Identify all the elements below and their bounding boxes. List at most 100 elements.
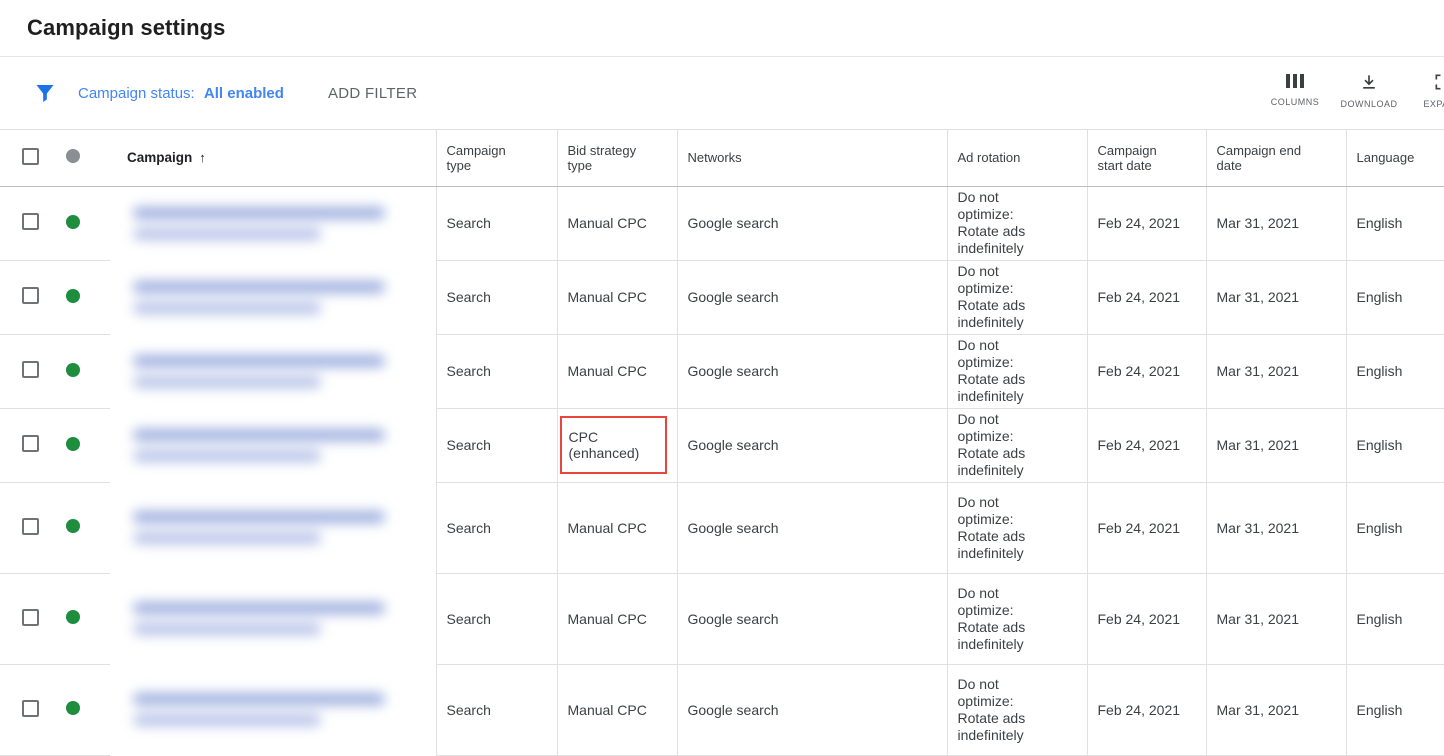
- ad-rotation-cell: Do not optimize: Rotate ads indefinitely: [947, 573, 1087, 664]
- campaign-name-redacted[interactable]: [127, 429, 426, 462]
- table-row: Search Manual CPC Google search Do not o…: [0, 186, 1444, 260]
- start-date-cell: Feb 24, 2021: [1087, 408, 1206, 482]
- campaign-type-cell: Search: [436, 186, 557, 260]
- select-all-checkbox[interactable]: [22, 148, 39, 165]
- end-date-cell: Mar 31, 2021: [1206, 186, 1346, 260]
- row-checkbox[interactable]: [22, 213, 39, 230]
- table-row: Search Manual CPC Google search Do not o…: [0, 482, 1444, 573]
- table-toolbar: COLUMNS DOWNLOAD EXPAND: [1258, 72, 1444, 109]
- table-row: Search CPC (enhanced) Google search Do n…: [0, 408, 1444, 482]
- campaign-settings-page: Campaign settings Campaign status: All e…: [0, 0, 1444, 756]
- campaign-name-redacted[interactable]: [127, 693, 426, 726]
- expand-button-label: EXPAND: [1423, 99, 1444, 109]
- download-icon: [1359, 72, 1379, 92]
- bid-strategy-cell: Manual CPC: [557, 482, 677, 573]
- row-checkbox[interactable]: [22, 609, 39, 626]
- enabled-status-icon: [66, 701, 80, 715]
- enabled-status-icon: [66, 437, 80, 451]
- networks-cell: Google search: [677, 664, 947, 755]
- status-column-icon: [66, 149, 80, 163]
- campaign-type-cell: Search: [436, 334, 557, 408]
- column-header-language[interactable]: Language: [1346, 130, 1444, 186]
- start-date-cell: Feb 24, 2021: [1087, 260, 1206, 334]
- column-header-campaign[interactable]: Campaign↑: [110, 130, 436, 186]
- language-cell: English: [1346, 664, 1444, 755]
- language-cell: English: [1346, 260, 1444, 334]
- table-row: Search Manual CPC Google search Do not o…: [0, 260, 1444, 334]
- end-date-cell: Mar 31, 2021: [1206, 334, 1346, 408]
- campaign-status-value: All enabled: [204, 85, 284, 102]
- campaign-type-cell: Search: [436, 482, 557, 573]
- columns-button-label: COLUMNS: [1271, 97, 1320, 107]
- language-cell: English: [1346, 334, 1444, 408]
- columns-icon: [1285, 72, 1305, 90]
- start-date-cell: Feb 24, 2021: [1087, 186, 1206, 260]
- columns-button[interactable]: COLUMNS: [1258, 72, 1332, 109]
- ad-rotation-cell: Do not optimize: Rotate ads indefinitely: [947, 334, 1087, 408]
- campaign-name-redacted[interactable]: [127, 355, 426, 388]
- campaign-status-filter-chip[interactable]: Campaign status: All enabled: [78, 85, 284, 102]
- expand-button[interactable]: EXPAND: [1406, 72, 1444, 109]
- ad-rotation-cell: Do not optimize: Rotate ads indefinitely: [947, 408, 1087, 482]
- language-cell: English: [1346, 408, 1444, 482]
- networks-cell: Google search: [677, 573, 947, 664]
- campaign-type-cell: Search: [436, 664, 557, 755]
- row-checkbox[interactable]: [22, 435, 39, 452]
- column-header-campaign-type[interactable]: Campaign type: [436, 130, 557, 186]
- page-title: Campaign settings: [27, 15, 226, 41]
- column-header-networks[interactable]: Networks: [677, 130, 947, 186]
- annotation-highlight-box: CPC (enhanced): [560, 416, 667, 474]
- sort-ascending-icon: ↑: [199, 150, 206, 165]
- table-row: Search Manual CPC Google search Do not o…: [0, 334, 1444, 408]
- enabled-status-icon: [66, 519, 80, 533]
- bid-strategy-cell: Manual CPC: [557, 573, 677, 664]
- language-cell: English: [1346, 186, 1444, 260]
- add-filter-button[interactable]: ADD FILTER: [328, 85, 417, 102]
- campaign-name-redacted[interactable]: [127, 602, 426, 635]
- bid-strategy-cell: Manual CPC: [557, 334, 677, 408]
- row-checkbox[interactable]: [22, 287, 39, 304]
- page-header: Campaign settings: [0, 0, 1444, 57]
- bid-strategy-cell: Manual CPC: [557, 260, 677, 334]
- networks-cell: Google search: [677, 260, 947, 334]
- bid-strategy-cell: CPC (enhanced): [557, 408, 677, 482]
- campaign-name-redacted[interactable]: [127, 207, 426, 240]
- filter-bar: Campaign status: All enabled ADD FILTER …: [0, 57, 1444, 130]
- campaigns-table: Campaign↑ Campaign type Bid strategy typ…: [0, 130, 1444, 756]
- campaign-name-redacted[interactable]: [127, 281, 426, 314]
- end-date-cell: Mar 31, 2021: [1206, 664, 1346, 755]
- campaign-name-redacted[interactable]: [127, 511, 426, 544]
- download-button-label: DOWNLOAD: [1340, 99, 1397, 109]
- ad-rotation-cell: Do not optimize: Rotate ads indefinitely: [947, 664, 1087, 755]
- ad-rotation-cell: Do not optimize: Rotate ads indefinitely: [947, 482, 1087, 573]
- column-header-ad-rotation[interactable]: Ad rotation: [947, 130, 1087, 186]
- filter-icon[interactable]: [33, 81, 57, 105]
- expand-icon: [1433, 72, 1444, 92]
- enabled-status-icon: [66, 363, 80, 377]
- networks-cell: Google search: [677, 334, 947, 408]
- end-date-cell: Mar 31, 2021: [1206, 408, 1346, 482]
- start-date-cell: Feb 24, 2021: [1087, 334, 1206, 408]
- campaign-status-label: Campaign status:: [78, 85, 195, 102]
- end-date-cell: Mar 31, 2021: [1206, 573, 1346, 664]
- campaign-type-cell: Search: [436, 408, 557, 482]
- networks-cell: Google search: [677, 408, 947, 482]
- column-header-campaign-start-date[interactable]: Campaign start date: [1087, 130, 1206, 186]
- row-checkbox[interactable]: [22, 700, 39, 717]
- row-checkbox[interactable]: [22, 361, 39, 378]
- column-header-campaign-end-date[interactable]: Campaign end date: [1206, 130, 1346, 186]
- ad-rotation-cell: Do not optimize: Rotate ads indefinitely: [947, 186, 1087, 260]
- language-cell: English: [1346, 482, 1444, 573]
- row-checkbox[interactable]: [22, 518, 39, 535]
- download-button[interactable]: DOWNLOAD: [1332, 72, 1406, 109]
- enabled-status-icon: [66, 289, 80, 303]
- enabled-status-icon: [66, 215, 80, 229]
- column-header-bid-strategy-type[interactable]: Bid strategy type: [557, 130, 677, 186]
- start-date-cell: Feb 24, 2021: [1087, 482, 1206, 573]
- networks-cell: Google search: [677, 482, 947, 573]
- campaign-type-cell: Search: [436, 260, 557, 334]
- networks-cell: Google search: [677, 186, 947, 260]
- start-date-cell: Feb 24, 2021: [1087, 664, 1206, 755]
- bid-strategy-cell: Manual CPC: [557, 664, 677, 755]
- campaign-type-cell: Search: [436, 573, 557, 664]
